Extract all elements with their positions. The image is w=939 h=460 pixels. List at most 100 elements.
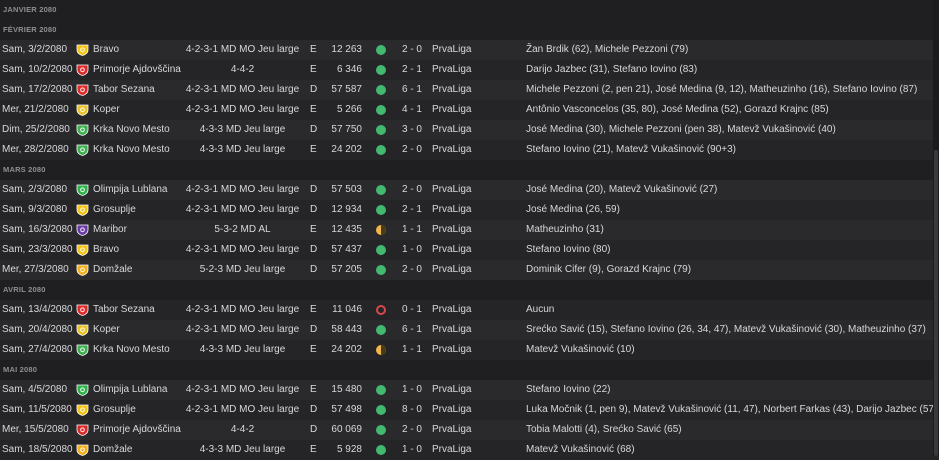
match-score[interactable]: 1 - 1 [398, 220, 426, 240]
scrollbar-thumb[interactable] [934, 150, 938, 456]
match-row[interactable]: Sam, 27/4/2080 Krka Novo Mesto 4-3-3 MD Je… [0, 340, 939, 360]
match-row[interactable]: Dim, 25/2/2080 Krka Novo Mesto 4-3-3 MD Je… [0, 120, 939, 140]
match-date: Sam, 11/5/2080 [2, 404, 72, 415]
opponent-name[interactable]: Krka Novo Mesto [93, 340, 170, 360]
match-score[interactable]: 1 - 0 [398, 380, 426, 400]
venue: D [310, 84, 318, 95]
match-score[interactable]: 2 - 1 [398, 60, 426, 80]
match-row[interactable]: Mer, 27/3/2080 Domžale 5-2-3 MD Jeu large D… [0, 260, 939, 280]
opponent-name[interactable]: Grosuplje [93, 400, 136, 420]
result-win-icon [376, 65, 386, 75]
competition-name[interactable]: PrvaLiga [432, 440, 471, 460]
match-row[interactable]: Sam, 9/3/2080 Grosuplje 4-2-3-1 MD MO Jeu … [0, 200, 939, 220]
match-score[interactable]: 1 - 0 [398, 240, 426, 260]
grosuplje-badge-icon [76, 204, 89, 216]
competition-name[interactable]: PrvaLiga [432, 80, 471, 100]
match-score[interactable]: 8 - 0 [398, 400, 426, 420]
opponent-name[interactable]: Olimpija Lublana [93, 180, 168, 200]
opponent-name[interactable]: Krka Novo Mesto [93, 140, 170, 160]
competition-name[interactable]: PrvaLiga [432, 240, 471, 260]
opponent-name[interactable]: Koper [93, 100, 120, 120]
month-header: FÉVRIER 2080 [0, 20, 939, 40]
match-score[interactable]: 6 - 1 [398, 320, 426, 340]
opponent-name[interactable]: Bravo [93, 40, 119, 60]
opponent-name[interactable]: Grosuplje [93, 200, 136, 220]
olimpija-badge-icon [76, 384, 89, 396]
competition-name[interactable]: PrvaLiga [432, 40, 471, 60]
match-score[interactable]: 2 - 1 [398, 200, 426, 220]
match-row[interactable]: Sam, 18/5/2080 Domžale 4-3-3 MD Jeu large E… [0, 440, 939, 460]
competition-name[interactable]: PrvaLiga [432, 140, 471, 160]
match-date: Sam, 18/5/2080 [2, 444, 73, 455]
result-win-icon [376, 385, 386, 395]
opponent-name[interactable]: Olimpija Lublana [93, 380, 168, 400]
match-score[interactable]: 2 - 0 [398, 420, 426, 440]
match-score[interactable]: 4 - 1 [398, 100, 426, 120]
venue: D [310, 184, 318, 195]
match-row[interactable]: Sam, 3/2/2080 Bravo 4-2-3-1 MD MO Jeu larg… [0, 40, 939, 60]
match-row[interactable]: Sam, 2/3/2080 Olimpija Lublana 4-2-3-1 MD … [0, 180, 939, 200]
match-score[interactable]: 0 - 1 [398, 300, 426, 320]
competition-name[interactable]: PrvaLiga [432, 220, 471, 240]
opponent-name[interactable]: Maribor [93, 220, 127, 240]
competition-name[interactable]: PrvaLiga [432, 400, 471, 420]
result-win-icon [376, 45, 386, 55]
match-score[interactable]: 1 - 0 [398, 440, 426, 460]
match-row[interactable]: Mer, 21/2/2080 Koper 4-2-3-1 MD MO Jeu lar… [0, 100, 939, 120]
formation: 4-3-3 MD Jeu large [199, 344, 286, 355]
match-score[interactable]: 2 - 0 [398, 140, 426, 160]
competition-name[interactable]: PrvaLiga [432, 260, 471, 280]
competition-name[interactable]: PrvaLiga [432, 300, 471, 320]
opponent-name[interactable]: Domžale [93, 260, 132, 280]
match-date: Sam, 16/3/2080 [2, 224, 73, 235]
competition-name[interactable]: PrvaLiga [432, 200, 471, 220]
opponent-name[interactable]: Domžale [93, 440, 132, 460]
match-row[interactable]: Sam, 13/4/2080 Tabor Sezana 4-2-3-1 MD MO … [0, 300, 939, 320]
match-row[interactable]: Sam, 20/4/2080 Koper 4-2-3-1 MD MO Jeu lar… [0, 320, 939, 340]
match-score[interactable]: 2 - 0 [398, 180, 426, 200]
competition-name[interactable]: PrvaLiga [432, 180, 471, 200]
competition-name[interactable]: PrvaLiga [432, 340, 471, 360]
match-row[interactable]: Sam, 23/3/2080 Bravo 4-2-3-1 MD MO Jeu lar… [0, 240, 939, 260]
formation: 4-2-3-1 MD MO Jeu large [185, 204, 300, 215]
competition-name[interactable]: PrvaLiga [432, 60, 471, 80]
match-row[interactable]: Mer, 28/2/2080 Krka Novo Mesto 4-3-3 MD Je… [0, 140, 939, 160]
domzale-badge-icon [76, 444, 89, 456]
match-row[interactable]: Sam, 4/5/2080 Olimpija Lublana 4-2-3-1 MD … [0, 380, 939, 400]
match-date: Sam, 23/3/2080 [2, 244, 73, 255]
opponent-name[interactable]: Tabor Sezana [93, 80, 155, 100]
match-score[interactable]: 1 - 1 [398, 340, 426, 360]
opponent-name[interactable]: Bravo [93, 240, 119, 260]
result-win-icon [376, 105, 386, 115]
formation: 4-2-3-1 MD MO Jeu large [185, 304, 300, 315]
opponent-name[interactable]: Primorje Ajdovščina [93, 60, 181, 80]
match-row[interactable]: Sam, 16/3/2080 Maribor 5-3-2 MD AL E 12 435 1… [0, 220, 939, 240]
formation: 5-2-3 MD Jeu large [199, 264, 286, 275]
goalscorers: Stefano Iovino (80) [526, 244, 611, 255]
match-row[interactable]: Sam, 11/5/2080 Grosuplje 4-2-3-1 MD MO Jeu… [0, 400, 939, 420]
competition-name[interactable]: PrvaLiga [432, 420, 471, 440]
match-score[interactable]: 2 - 0 [398, 40, 426, 60]
match-date: Dim, 25/2/2080 [2, 124, 70, 135]
match-score[interactable]: 2 - 0 [398, 260, 426, 280]
goalscorers: Matevž Vukašinović (10) [526, 344, 635, 355]
match-row[interactable]: Sam, 17/2/2080 Tabor Sezana 4-2-3-1 MD MO … [0, 80, 939, 100]
match-score[interactable]: 3 - 0 [398, 120, 426, 140]
venue: E [310, 444, 317, 455]
match-row[interactable]: Sam, 10/2/2080 Primorje Ajdovščina 4-4-2 E 6… [0, 60, 939, 80]
match-score[interactable]: 6 - 1 [398, 80, 426, 100]
opponent-name[interactable]: Koper [93, 320, 120, 340]
opponent-name[interactable]: Tabor Sezana [93, 300, 155, 320]
maribor-badge-icon [76, 224, 89, 236]
competition-name[interactable]: PrvaLiga [432, 380, 471, 400]
competition-name[interactable]: PrvaLiga [432, 100, 471, 120]
competition-name[interactable]: PrvaLiga [432, 320, 471, 340]
attendance: 11 046 [332, 304, 362, 315]
match-row[interactable]: Mer, 15/5/2080 Primorje Ajdovščina 4-4-2 D 6… [0, 420, 939, 440]
scrollbar[interactable] [933, 0, 939, 456]
opponent-name[interactable]: Primorje Ajdovščina [93, 420, 181, 440]
opponent-name[interactable]: Krka Novo Mesto [93, 120, 170, 140]
attendance: 24 202 [331, 144, 362, 155]
competition-name[interactable]: PrvaLiga [432, 120, 471, 140]
formation: 4-2-3-1 MD MO Jeu large [185, 404, 300, 415]
